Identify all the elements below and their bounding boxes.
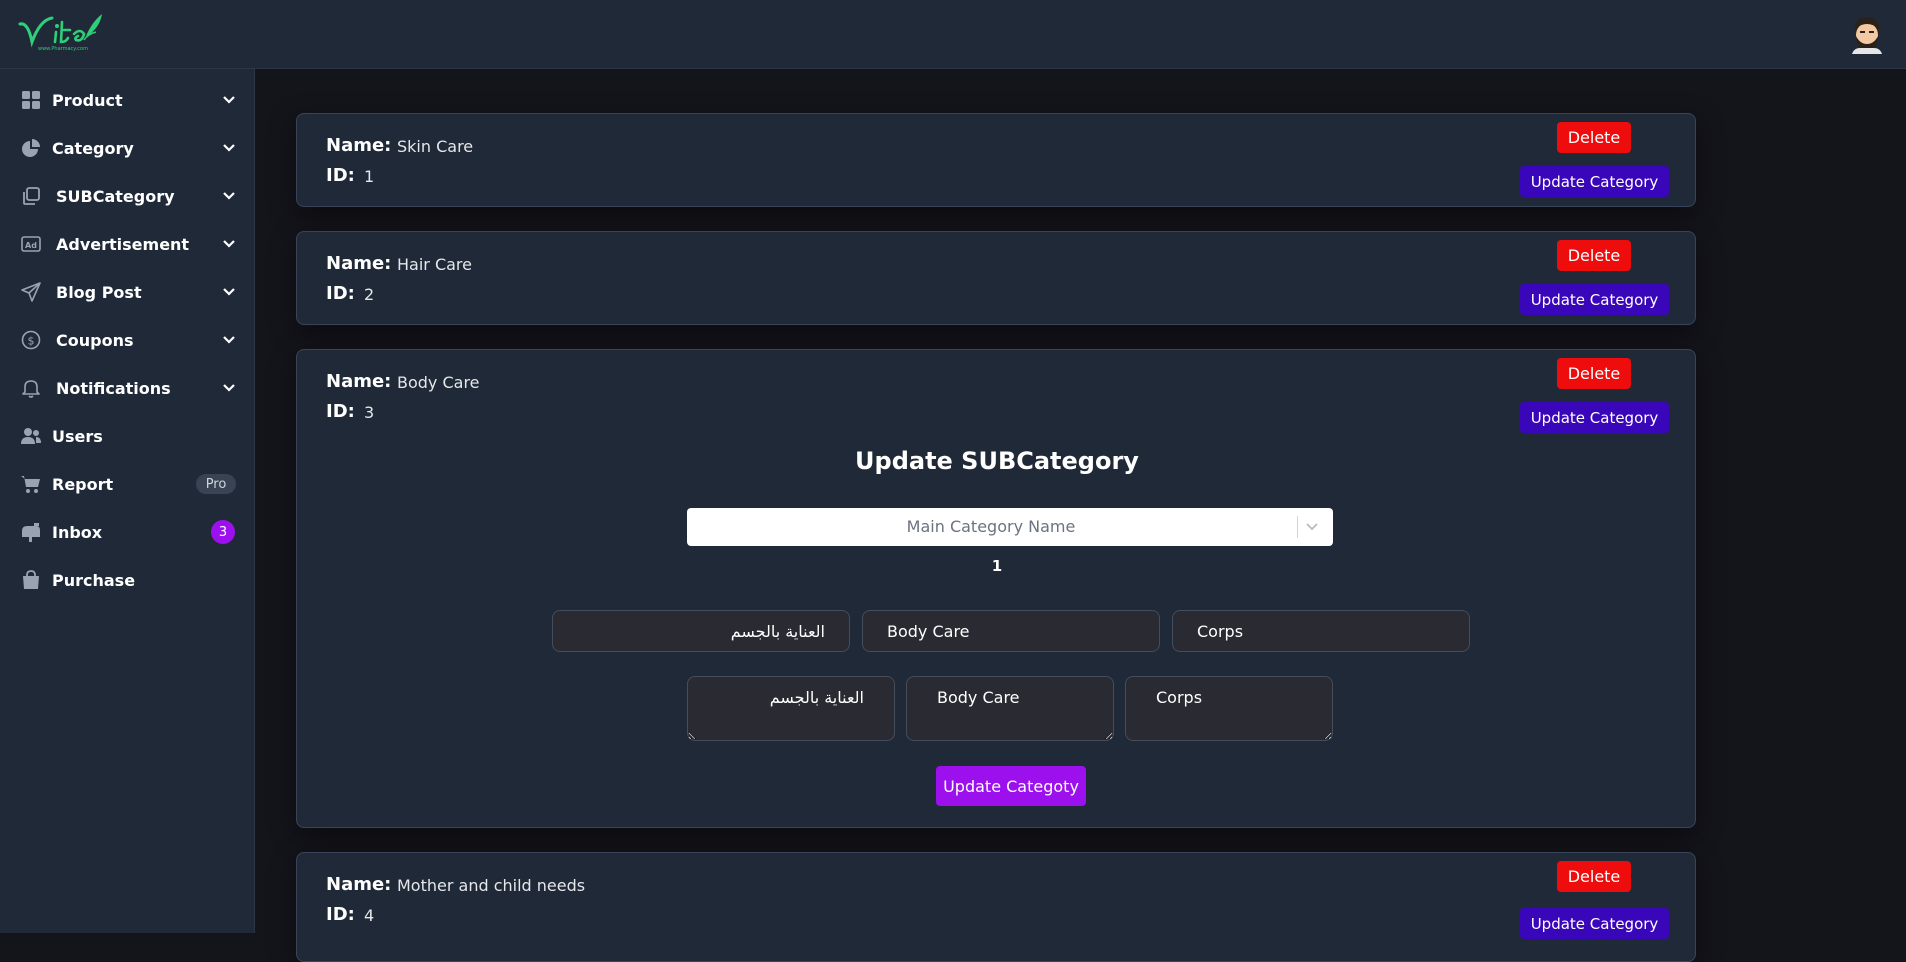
- chevron-down-icon: [223, 288, 235, 296]
- chevron-down-icon: [223, 192, 235, 200]
- category-card: Name: Skin Care ID: 1 Delete Update Cate…: [296, 113, 1696, 207]
- chevron-down-icon: [223, 240, 235, 248]
- category-name: Skin Care: [397, 137, 474, 156]
- sidebar-item-label: Report: [52, 474, 114, 494]
- logo-subtext: www.Pharmacy.com: [38, 46, 88, 52]
- update-subcategory-submit-button[interactable]: Update Categoty: [936, 766, 1086, 806]
- category-name: Mother and child needs: [397, 876, 586, 895]
- sidebar: Product Category SUBCategory Ad Advertis…: [0, 69, 255, 933]
- name-label: Name:: [326, 371, 392, 392]
- sidebar-item-label: Blog Post: [56, 282, 142, 302]
- category-card: Name: Hair Care ID: 2 Delete Update Cate…: [296, 231, 1696, 325]
- sidebar-item-product[interactable]: Product: [0, 78, 255, 122]
- name-label: Name:: [326, 253, 392, 274]
- id-label: ID:: [326, 904, 355, 925]
- sidebar-item-users[interactable]: Users: [0, 414, 255, 458]
- dollar-coin-icon: $: [20, 329, 42, 351]
- sidebar-item-label: Notifications: [56, 378, 171, 398]
- sidebar-item-inbox[interactable]: Inbox 3: [0, 510, 255, 554]
- category-id: 1: [364, 167, 375, 186]
- delete-button[interactable]: Delete: [1557, 240, 1631, 271]
- shopping-bag-icon: [20, 569, 42, 591]
- category-id: 3: [364, 403, 375, 422]
- sidebar-item-blog-post[interactable]: Blog Post: [0, 270, 255, 314]
- delete-button[interactable]: Delete: [1557, 358, 1631, 389]
- sidebar-item-advertisement[interactable]: Ad Advertisement: [0, 222, 255, 266]
- svg-text:Ad: Ad: [25, 241, 37, 250]
- sidebar-item-coupons[interactable]: $ Coupons: [0, 318, 255, 362]
- sidebar-item-label: Advertisement: [56, 234, 190, 254]
- sidebar-item-label: Users: [52, 426, 103, 446]
- chevron-down-icon: [223, 336, 235, 344]
- sidebar-item-notifications[interactable]: Notifications: [0, 366, 255, 410]
- update-subcategory-title: Update SUBCategory: [855, 447, 1139, 475]
- sidebar-item-label: Product: [52, 90, 123, 110]
- category-name: Hair Care: [397, 255, 472, 274]
- description-en-textarea[interactable]: Body Care: [906, 676, 1114, 741]
- chevron-down-icon[interactable]: [1305, 520, 1319, 534]
- select-separator: [1297, 516, 1298, 538]
- id-label: ID:: [326, 401, 355, 422]
- sidebar-item-label: Category: [52, 138, 134, 158]
- chevron-down-icon: [223, 384, 235, 392]
- svg-text:$: $: [28, 335, 35, 348]
- description-ar-textarea[interactable]: العناية بالجسم: [687, 676, 895, 741]
- update-category-button[interactable]: Update Category: [1520, 284, 1669, 315]
- chevron-down-icon: [223, 96, 235, 104]
- id-label: ID:: [326, 165, 355, 186]
- id-label: ID:: [326, 283, 355, 304]
- select-placeholder: Main Category Name: [906, 517, 1076, 536]
- description-fr-textarea[interactable]: Corps: [1125, 676, 1333, 741]
- pro-badge: Pro: [196, 474, 236, 494]
- name-en-input[interactable]: [862, 610, 1160, 652]
- name-label: Name:: [326, 135, 392, 156]
- update-category-button[interactable]: Update Category: [1520, 908, 1669, 939]
- selected-category-value: 1: [991, 557, 1003, 575]
- sidebar-item-label: Inbox: [52, 522, 103, 542]
- sidebar-item-report[interactable]: Report Pro: [0, 462, 255, 506]
- delete-button[interactable]: Delete: [1557, 122, 1631, 153]
- name-fr-input[interactable]: [1172, 610, 1470, 652]
- copy-icon: [20, 185, 42, 207]
- users-icon: [20, 425, 42, 447]
- category-id: 2: [364, 285, 375, 304]
- sidebar-item-category[interactable]: Category: [0, 126, 255, 170]
- name-ar-input[interactable]: [552, 610, 850, 652]
- category-card-expanded: Name: Body Care ID: 3 Delete Update Cate…: [296, 349, 1696, 828]
- send-icon: [20, 281, 42, 303]
- user-avatar[interactable]: [1848, 14, 1886, 54]
- vita-logo[interactable]: www.Pharmacy.com: [18, 12, 108, 54]
- sidebar-item-label: Coupons: [56, 330, 134, 350]
- sidebar-item-subcategory[interactable]: SUBCategory: [0, 174, 255, 218]
- grid-icon: [20, 89, 42, 111]
- sidebar-item-purchase[interactable]: Purchase: [0, 558, 255, 602]
- sidebar-item-label: SUBCategory: [56, 186, 175, 206]
- delete-button[interactable]: Delete: [1557, 861, 1631, 892]
- category-card: Name: Mother and child needs ID: 4 Delet…: [296, 852, 1696, 962]
- pie-chart-icon: [20, 137, 42, 159]
- cart-icon: [20, 473, 42, 495]
- bell-icon: [20, 377, 42, 399]
- name-label: Name:: [326, 874, 392, 895]
- sidebar-item-label: Purchase: [52, 570, 136, 590]
- ad-icon: Ad: [20, 233, 42, 255]
- update-category-button[interactable]: Update Category: [1520, 166, 1669, 197]
- update-category-button[interactable]: Update Category: [1520, 402, 1669, 433]
- main-category-select[interactable]: Main Category Name: [687, 508, 1333, 546]
- chevron-down-icon: [223, 144, 235, 152]
- top-bar: www.Pharmacy.com: [0, 0, 1906, 69]
- unread-count-badge: 3: [211, 520, 235, 544]
- category-id: 4: [364, 906, 375, 925]
- mailbox-icon: [20, 521, 42, 543]
- category-name: Body Care: [397, 373, 480, 392]
